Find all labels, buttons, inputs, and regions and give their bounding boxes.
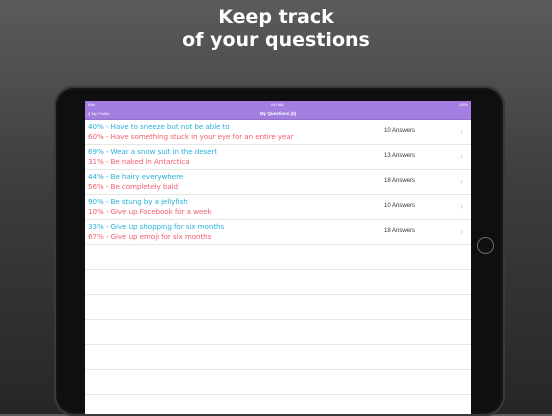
option-b-text: 31% - Be naked in Antarctica bbox=[88, 157, 190, 166]
status-carrier: iPad bbox=[88, 102, 96, 107]
questions-list: 40% - Have to sneeze but not be able to … bbox=[85, 120, 471, 414]
answer-count: 10 Answers bbox=[384, 203, 416, 209]
chevron-right-icon: › bbox=[460, 201, 463, 211]
option-b-text: 67% - Give up emoji for six months bbox=[88, 232, 212, 241]
headline-line-1: Keep track bbox=[218, 6, 334, 28]
status-bar: iPad 9:41 AM 100% bbox=[85, 101, 471, 108]
option-a-text: 33% - Give up shopping for six months bbox=[88, 222, 225, 231]
option-b-text: 10% - Give up Facebook for a week bbox=[88, 207, 212, 216]
empty-row bbox=[85, 245, 471, 270]
headline: Keep track of your questions bbox=[0, 6, 552, 52]
option-b-text: 60% - Have something stuck in your eye f… bbox=[88, 132, 294, 141]
answer-count: 13 Answers bbox=[384, 153, 416, 159]
answer-count: 18 Answers bbox=[384, 178, 416, 184]
headline-line-2: of your questions bbox=[182, 29, 370, 51]
empty-row bbox=[85, 295, 471, 320]
home-button bbox=[477, 237, 494, 254]
empty-row bbox=[85, 345, 471, 370]
chevron-right-icon: › bbox=[460, 151, 463, 161]
option-a-text: 44% - Be hairy everywhere bbox=[88, 172, 184, 181]
status-time: 9:41 AM bbox=[270, 102, 284, 107]
empty-row bbox=[85, 270, 471, 295]
answer-count: 18 Answers bbox=[384, 228, 416, 234]
app-screen: iPad 9:41 AM 100% ‹ My Profile My Questi… bbox=[85, 101, 471, 414]
empty-row bbox=[85, 370, 471, 395]
answer-count: 10 Answers bbox=[384, 128, 416, 134]
chevron-right-icon: › bbox=[460, 176, 463, 186]
option-a-text: 40% - Have to sneeze but not be able to bbox=[88, 122, 230, 131]
page-title: My Questions (5) bbox=[259, 111, 297, 116]
option-b-text: 56% - Be completely bald bbox=[88, 182, 179, 191]
question-row[interactable]: 40% - Have to sneeze but not be able to … bbox=[85, 120, 471, 145]
question-row[interactable]: 33% - Give up shopping for six months 67… bbox=[85, 220, 471, 245]
empty-row bbox=[85, 395, 471, 414]
chevron-right-icon: › bbox=[460, 126, 463, 136]
option-a-text: 69% - Wear a snow suit in the desert bbox=[88, 147, 218, 156]
chevron-right-icon: › bbox=[460, 226, 463, 236]
question-row[interactable]: 44% - Be hairy everywhere 56% - Be compl… bbox=[85, 170, 471, 195]
empty-row bbox=[85, 320, 471, 345]
navigation-bar: ‹ My Profile My Questions (5) bbox=[85, 108, 471, 120]
question-row[interactable]: 90% - Be stung by a jellyfish 10% - Give… bbox=[85, 195, 471, 220]
status-battery: 100% bbox=[459, 102, 468, 107]
question-row[interactable]: 69% - Wear a snow suit in the desert 31%… bbox=[85, 145, 471, 170]
option-a-text: 90% - Be stung by a jellyfish bbox=[88, 197, 188, 206]
